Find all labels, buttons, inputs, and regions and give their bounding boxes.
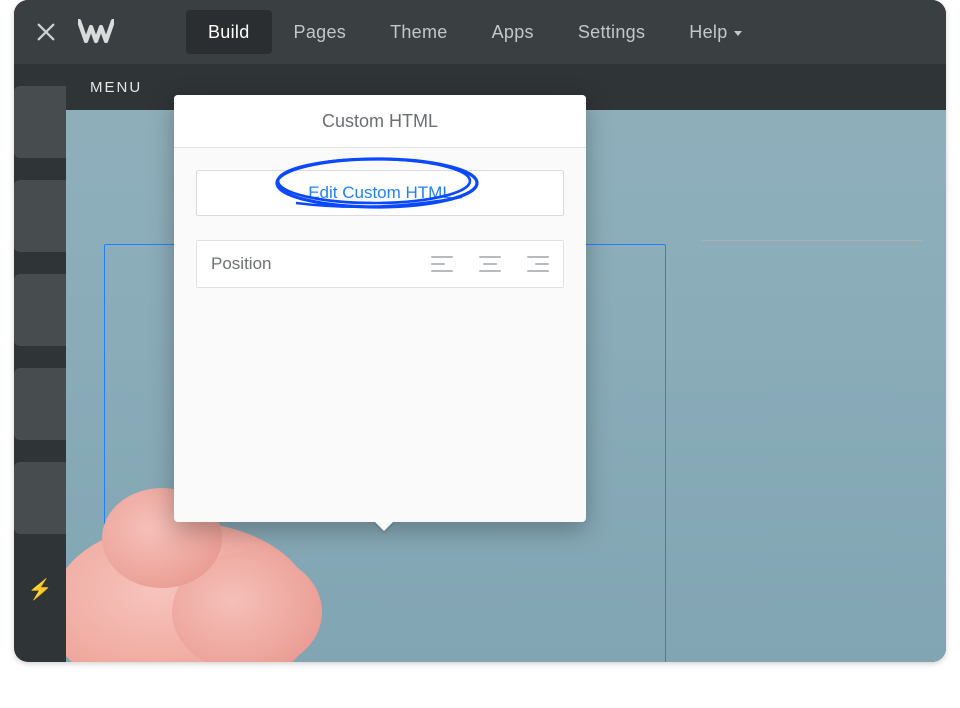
nav-tabs: Build Pages Theme Apps Settings Help	[146, 0, 764, 64]
tab-help[interactable]: Help	[667, 10, 763, 54]
palette-item[interactable]	[14, 462, 66, 534]
tab-apps[interactable]: Apps	[470, 10, 556, 54]
palette-item[interactable]	[14, 180, 66, 252]
lightning-icon[interactable]: ⚡	[14, 572, 66, 606]
tab-settings[interactable]: Settings	[556, 10, 667, 54]
editor-window: Build Pages Theme Apps Settings Help MEN…	[14, 0, 946, 662]
chevron-down-icon	[734, 31, 742, 36]
weebly-logo-icon[interactable]	[74, 0, 118, 64]
tab-pages[interactable]: Pages	[272, 10, 369, 54]
alignment-options	[431, 255, 549, 273]
custom-html-popover: Custom HTML Edit Custom HTML Position	[174, 95, 586, 522]
popover-title: Custom HTML	[322, 111, 438, 132]
align-right-icon[interactable]	[527, 255, 549, 273]
divider-line	[702, 240, 922, 241]
palette-item[interactable]	[14, 86, 66, 158]
tab-theme[interactable]: Theme	[368, 10, 470, 54]
close-icon[interactable]	[14, 0, 78, 64]
top-nav: Build Pages Theme Apps Settings Help	[14, 0, 946, 64]
edit-custom-html-button[interactable]: Edit Custom HTML	[196, 170, 564, 216]
palette-item[interactable]	[14, 368, 66, 440]
element-palette: ⚡	[14, 86, 66, 606]
popover-arrow-icon	[374, 521, 394, 531]
position-label: Position	[211, 254, 431, 274]
tab-help-label: Help	[689, 22, 727, 43]
align-left-icon[interactable]	[431, 255, 453, 273]
tab-build[interactable]: Build	[186, 10, 272, 54]
position-row: Position	[196, 240, 564, 288]
align-center-icon[interactable]	[479, 255, 501, 273]
popover-header: Custom HTML	[174, 95, 586, 148]
palette-item[interactable]	[14, 274, 66, 346]
